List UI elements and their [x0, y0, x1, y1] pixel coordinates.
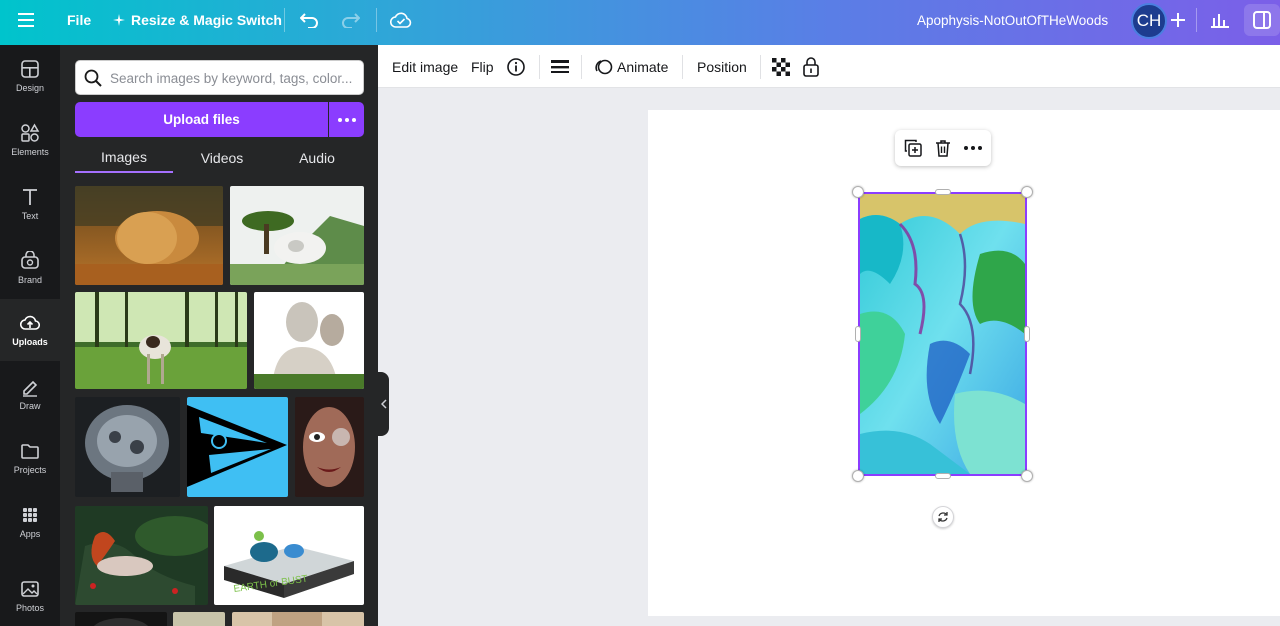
divider — [1196, 8, 1197, 32]
divider — [682, 55, 683, 79]
share-panel-icon[interactable] — [1244, 4, 1280, 36]
rail-item-text[interactable]: Text — [0, 173, 60, 235]
image-thumbnail[interactable] — [254, 292, 364, 389]
cloud-save-icon[interactable] — [390, 0, 412, 40]
rail-item-brand[interactable]: Brand — [0, 237, 60, 299]
image-thumbnail[interactable] — [295, 397, 364, 497]
rail-label: Elements — [11, 147, 49, 157]
rail-label: Text — [21, 211, 39, 221]
top-bar: File Resize & Magic Switch Apophysis-Not… — [0, 0, 1280, 45]
image-thumbnail[interactable] — [75, 186, 223, 285]
chevron-left-icon — [380, 399, 387, 409]
image-thumbnail[interactable]: EARTH or BUST — [214, 506, 364, 605]
divider — [581, 55, 582, 79]
design-icon — [21, 60, 39, 78]
divider — [539, 55, 540, 79]
rail-label: Uploads — [12, 337, 48, 347]
resize-magic-switch-button[interactable]: Resize & Magic Switch — [113, 0, 282, 40]
info-icon[interactable] — [507, 45, 525, 88]
upload-files-button[interactable]: Upload files — [75, 102, 328, 137]
rail-label: Apps — [19, 529, 41, 539]
divider — [760, 55, 761, 79]
resize-handle-bottom-left[interactable] — [852, 470, 864, 482]
analytics-icon[interactable] — [1202, 4, 1238, 36]
edit-image-button[interactable]: Edit image — [392, 45, 458, 88]
context-toolbar: Edit image Flip Animate Position — [378, 45, 1280, 88]
duplicate-icon[interactable] — [901, 136, 925, 160]
tab-videos[interactable]: Videos — [174, 143, 270, 173]
search-icon — [84, 69, 102, 87]
collapse-panel-button[interactable] — [378, 372, 389, 436]
rotate-icon — [938, 512, 948, 522]
flip-button[interactable]: Flip — [471, 45, 494, 88]
resize-handle-top-left[interactable] — [852, 186, 864, 198]
menu-icon[interactable] — [18, 0, 38, 40]
folder-icon — [21, 444, 39, 459]
image-thumbnail[interactable] — [232, 612, 364, 626]
image-thumbnail[interactable] — [75, 612, 167, 626]
image-thumbnail[interactable] — [75, 397, 180, 497]
trash-icon[interactable] — [931, 136, 955, 160]
resize-handle-bottom-right[interactable] — [1021, 470, 1033, 482]
image-thumbnail[interactable] — [75, 292, 247, 389]
divider — [376, 8, 377, 32]
more-horizontal-icon[interactable] — [961, 136, 985, 160]
resize-handle-top[interactable] — [935, 189, 951, 195]
sparkle-icon — [113, 14, 125, 26]
tab-audio[interactable]: Audio — [270, 143, 364, 173]
tab-images[interactable]: Images — [75, 143, 173, 173]
text-icon — [23, 189, 37, 205]
rail-item-design[interactable]: Design — [0, 45, 60, 107]
rail-item-elements[interactable]: Elements — [0, 109, 60, 171]
rail-label: Draw — [19, 401, 41, 411]
animate-button[interactable]: Animate — [595, 45, 668, 88]
image-thumbnail[interactable] — [173, 612, 225, 626]
transparency-icon[interactable] — [772, 45, 790, 88]
resize-handle-left[interactable] — [855, 326, 861, 342]
upload-cloud-icon — [20, 315, 40, 330]
plus-icon[interactable] — [1160, 4, 1196, 36]
rail-label: Brand — [17, 275, 43, 285]
image-thumbnail[interactable] — [230, 186, 364, 285]
file-menu[interactable]: File — [67, 0, 91, 40]
selected-image-element[interactable] — [858, 192, 1027, 476]
resize-handle-bottom[interactable] — [935, 473, 951, 479]
upload-more-button[interactable] — [329, 102, 364, 137]
more-horizontal-icon — [337, 117, 356, 122]
lock-icon[interactable] — [802, 45, 820, 88]
resize-handle-top-right[interactable] — [1021, 186, 1033, 198]
uploads-panel: Upload files Images Videos Audio EARTH o… — [60, 45, 378, 626]
apps-grid-icon — [23, 508, 37, 522]
rail-item-draw[interactable]: Draw — [0, 363, 60, 425]
divider — [284, 8, 285, 32]
rail-label: Design — [15, 83, 44, 93]
left-rail: Design Elements Text Brand Uploads Draw … — [0, 45, 60, 626]
rail-item-photos[interactable]: Photos — [0, 565, 60, 626]
resize-handle-right[interactable] — [1024, 326, 1030, 342]
position-button[interactable]: Position — [697, 45, 747, 88]
search-box[interactable] — [75, 60, 364, 95]
rail-item-uploads[interactable]: Uploads — [0, 299, 60, 361]
photos-icon — [21, 581, 39, 597]
rail-item-apps[interactable]: Apps — [0, 491, 60, 553]
rail-label: Projects — [13, 465, 47, 475]
brand-icon — [21, 251, 39, 269]
border-style-icon[interactable] — [551, 45, 569, 88]
element-context-menu — [895, 130, 991, 166]
rotate-handle[interactable] — [932, 506, 954, 528]
image-thumbnail[interactable] — [75, 506, 208, 605]
draw-icon — [23, 380, 38, 397]
undo-icon[interactable] — [300, 0, 320, 40]
resize-label: Resize & Magic Switch — [131, 12, 282, 28]
redo-icon[interactable] — [340, 0, 360, 40]
animate-label: Animate — [617, 58, 669, 75]
design-title[interactable]: Apophysis-NotOutOfTHeWoods — [917, 0, 1108, 40]
search-input[interactable] — [110, 67, 358, 89]
rail-item-projects[interactable]: Projects — [0, 427, 60, 489]
rail-label: Photos — [15, 603, 45, 613]
image-thumbnail[interactable] — [187, 397, 288, 497]
elements-icon — [21, 123, 40, 142]
animate-icon — [595, 59, 613, 74]
